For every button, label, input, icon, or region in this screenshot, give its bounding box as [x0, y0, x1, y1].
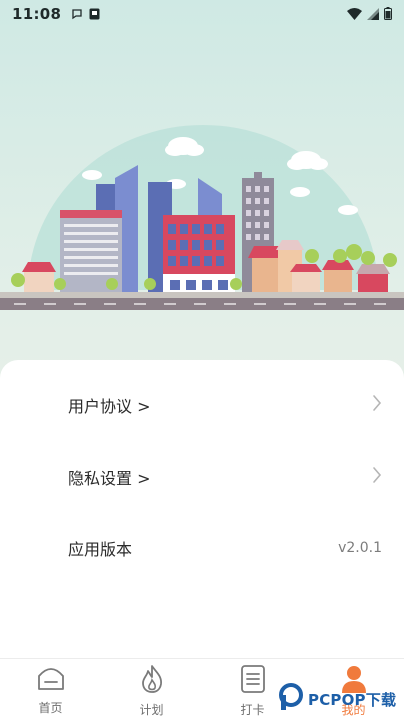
pcpop-logo-icon	[278, 683, 304, 715]
pcpop-watermark: PCPOP下载	[278, 683, 404, 715]
settings-card: 用户协议 > 隐私设置 > 应用版本 v2.0.1	[0, 360, 404, 660]
chat-bubble-icon	[71, 5, 83, 24]
user-agreement-row[interactable]: 用户协议 >	[0, 370, 404, 440]
tab-home-label: 首页	[38, 701, 63, 715]
home-icon	[36, 664, 66, 696]
profile-screen: 11:08 用户协议 > 隐私设置 > 应用版本 v2.0.1 首页 计划 打卡…	[0, 0, 404, 720]
tab-checkin-label: 打卡	[240, 703, 265, 717]
wifi-icon	[347, 5, 362, 24]
chevron-right-icon	[372, 394, 382, 416]
city-illustration	[0, 125, 404, 310]
pcpop-watermark-text: PCPOP下载	[308, 690, 397, 709]
app-version-value: v2.0.1	[338, 540, 382, 556]
chevron-right-icon	[372, 466, 382, 488]
status-time: 11:08	[12, 5, 62, 23]
privacy-settings-label: 隐私设置 >	[68, 469, 151, 488]
status-bar: 11:08	[0, 0, 404, 28]
app-badge-icon	[89, 5, 100, 24]
tab-plan[interactable]: 计划	[101, 659, 202, 720]
cell-signal-icon	[367, 5, 379, 24]
tab-home[interactable]: 首页	[0, 659, 101, 720]
flame-icon	[138, 664, 166, 698]
privacy-settings-row[interactable]: 隐私设置 >	[0, 442, 404, 512]
user-agreement-label: 用户协议 >	[68, 397, 151, 416]
app-version-label: 应用版本	[68, 540, 133, 559]
battery-icon	[384, 5, 392, 24]
tab-plan-label: 计划	[139, 703, 164, 717]
app-version-row: 应用版本 v2.0.1	[0, 513, 404, 583]
checklist-icon	[240, 664, 266, 698]
